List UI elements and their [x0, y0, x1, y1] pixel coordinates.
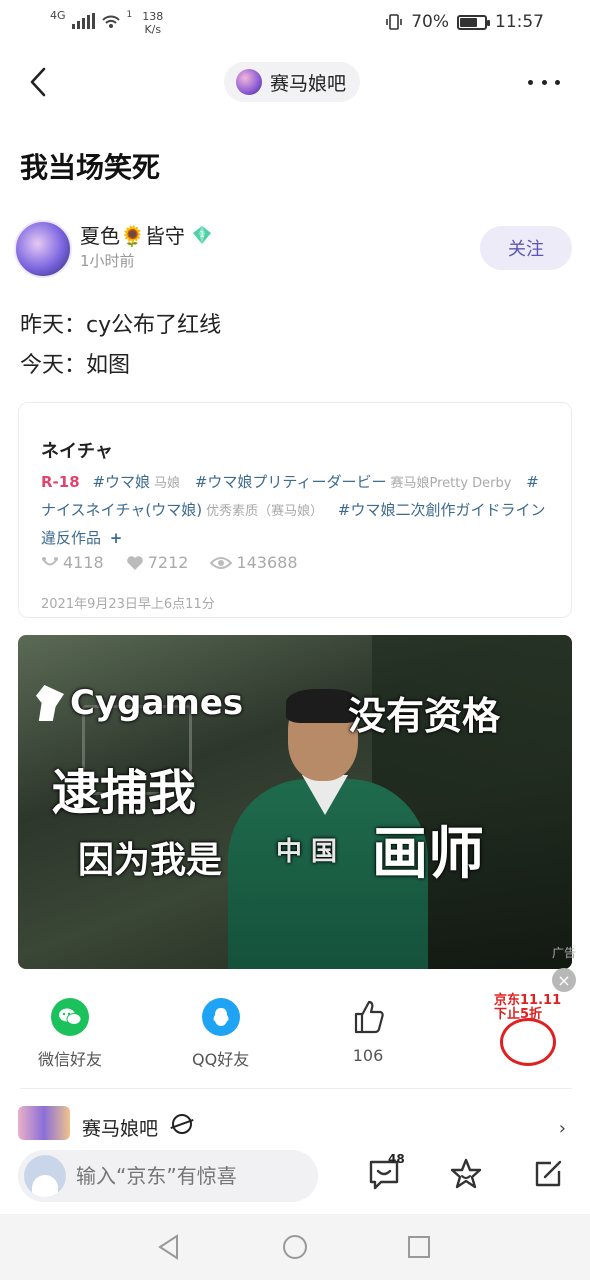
post-content: 昨天：cy公布了红线 今天：如图	[20, 306, 221, 386]
comment-input-wrap[interactable]	[18, 1150, 318, 1202]
edit-icon	[535, 1160, 562, 1187]
artwork-card[interactable]: ネイチャ R-18 #ウマ娘 马娘 #ウマ娘プリティーダービー 赛马娘Pretty …	[18, 402, 572, 618]
tag-translation: 赛马娘Pretty Derby	[390, 476, 512, 491]
like-button[interactable]: 106	[350, 998, 386, 1065]
vibrate-icon	[386, 14, 403, 30]
view-stat: 143688	[210, 553, 298, 572]
meme-text: 画师	[372, 822, 484, 887]
eye-icon	[210, 556, 233, 569]
promo-dog-icon	[500, 1018, 556, 1066]
triangle-back-icon	[158, 1234, 178, 1260]
battery-icon	[457, 14, 490, 30]
qq-icon	[201, 998, 240, 1036]
wifi-icon	[101, 15, 120, 28]
heart-icon	[126, 555, 143, 570]
tag[interactable]: #ウマ娘プリティーダービー	[195, 473, 387, 491]
clock: 11:57	[495, 12, 544, 32]
follow-button[interactable]: 关注	[480, 226, 572, 270]
more-dot-icon	[528, 79, 533, 85]
post-image[interactable]: Cygames 没有资格 逮捕我 因为我是 画师 中 国	[18, 635, 572, 969]
share-qq[interactable]: QQ好友	[192, 998, 249, 1070]
content-line: 今天：如图	[20, 353, 131, 378]
comment-count: 48	[388, 1152, 405, 1166]
share-button[interactable]	[530, 1156, 566, 1192]
author-row: 夏色🌻皆守 1 1小时前 关注	[14, 218, 576, 278]
star-icon	[450, 1158, 482, 1189]
system-nav	[0, 1214, 590, 1280]
forum-link-name: 赛马娘吧	[82, 1118, 159, 1140]
forum-avatar	[236, 69, 262, 95]
system-recents-button[interactable]	[404, 1232, 434, 1262]
ad-label: 广告	[552, 946, 577, 960]
share-label: QQ好友	[192, 1050, 250, 1069]
ad-promo[interactable]: 京东11.11 下止5折	[494, 994, 564, 1070]
forum-chip[interactable]: 赛马娘吧	[224, 62, 361, 102]
chevron-left-icon	[30, 67, 46, 97]
signal-icon	[71, 13, 95, 29]
smile-icon	[42, 556, 58, 565]
post-time: 1小时前	[80, 252, 135, 270]
user-avatar	[24, 1155, 66, 1197]
more-dot-icon	[541, 79, 547, 85]
jacket-text: 中 国	[276, 837, 338, 867]
card-date: 2021年9月23日早上6点11分	[41, 597, 215, 612]
card-tags: R-18 #ウマ娘 马娘 #ウマ娘プリティーダービー 赛马娘Pretty Derby…	[41, 469, 553, 551]
more-dot-icon	[555, 79, 560, 85]
square-recents-icon	[408, 1236, 430, 1258]
forum-link[interactable]: 赛马娘吧 ›	[18, 1104, 572, 1144]
ad-close-button[interactable]: ×	[552, 968, 576, 992]
status-right: 70% 11:57	[385, 12, 544, 32]
back-button[interactable]	[20, 64, 56, 100]
like-count: 106	[352, 1046, 384, 1065]
r18-tag[interactable]: R-18	[41, 473, 80, 491]
network-speed: 138 K/s	[142, 10, 164, 36]
share-label: 微信好友	[38, 1050, 103, 1069]
bookmark-stat: 4118	[41, 553, 104, 572]
content-line: 昨天：cy公布了红线	[20, 313, 222, 338]
like-stat: 7212	[126, 553, 188, 572]
meme-text: 逮捕我	[52, 765, 197, 821]
post-title: 我当场笑死	[20, 151, 161, 184]
svg-text:1: 1	[199, 230, 204, 239]
meme-logo: Cygames	[36, 683, 243, 723]
card-stats: 4118 7212 143688	[41, 553, 298, 572]
circle-home-icon	[283, 1235, 307, 1259]
plus-icon[interactable]: +	[110, 529, 123, 547]
bottom-bar: 48	[0, 1140, 590, 1214]
tag-translation: 马娘	[154, 476, 181, 491]
author-name-wrap[interactable]: 夏色🌻皆守 1	[80, 220, 213, 249]
system-back-button[interactable]	[154, 1232, 184, 1262]
tag[interactable]: #ウマ娘	[92, 473, 150, 491]
status-bar: 4G 1 138 K/s 70% 11:57	[0, 0, 590, 46]
more-button[interactable]	[528, 68, 560, 96]
divider	[20, 1088, 572, 1089]
tag-translation: 优秀素质（赛马娘）	[206, 504, 324, 519]
comment-input[interactable]	[76, 1164, 296, 1188]
share-wechat[interactable]: 微信好友	[38, 998, 102, 1070]
system-home-button[interactable]	[280, 1232, 310, 1262]
forum-link-avatar	[18, 1106, 70, 1140]
battery-percent: 70%	[411, 12, 449, 32]
favorite-button[interactable]	[448, 1156, 484, 1192]
wifi-badge: 1	[126, 10, 133, 20]
author-avatar[interactable]	[14, 220, 72, 278]
forum-name: 赛马娘吧	[270, 72, 347, 95]
planet-icon	[172, 1114, 192, 1134]
gem-badge-icon: 1	[192, 225, 211, 244]
chevron-right-icon: ›	[558, 1118, 566, 1139]
card-title: ネイチャ	[41, 441, 113, 462]
thumbs-up-icon	[354, 1000, 384, 1034]
cygames-logo-icon	[36, 685, 64, 721]
top-nav: 赛马娘吧	[0, 56, 590, 110]
meme-text: 因为我是	[78, 840, 223, 881]
author-name: 夏色🌻皆守	[80, 224, 185, 248]
status-left: 4G 1 138 K/s	[50, 10, 163, 36]
network-type: 4G	[50, 9, 66, 22]
wechat-icon	[51, 998, 89, 1036]
meme-text: 没有资格	[348, 694, 501, 738]
